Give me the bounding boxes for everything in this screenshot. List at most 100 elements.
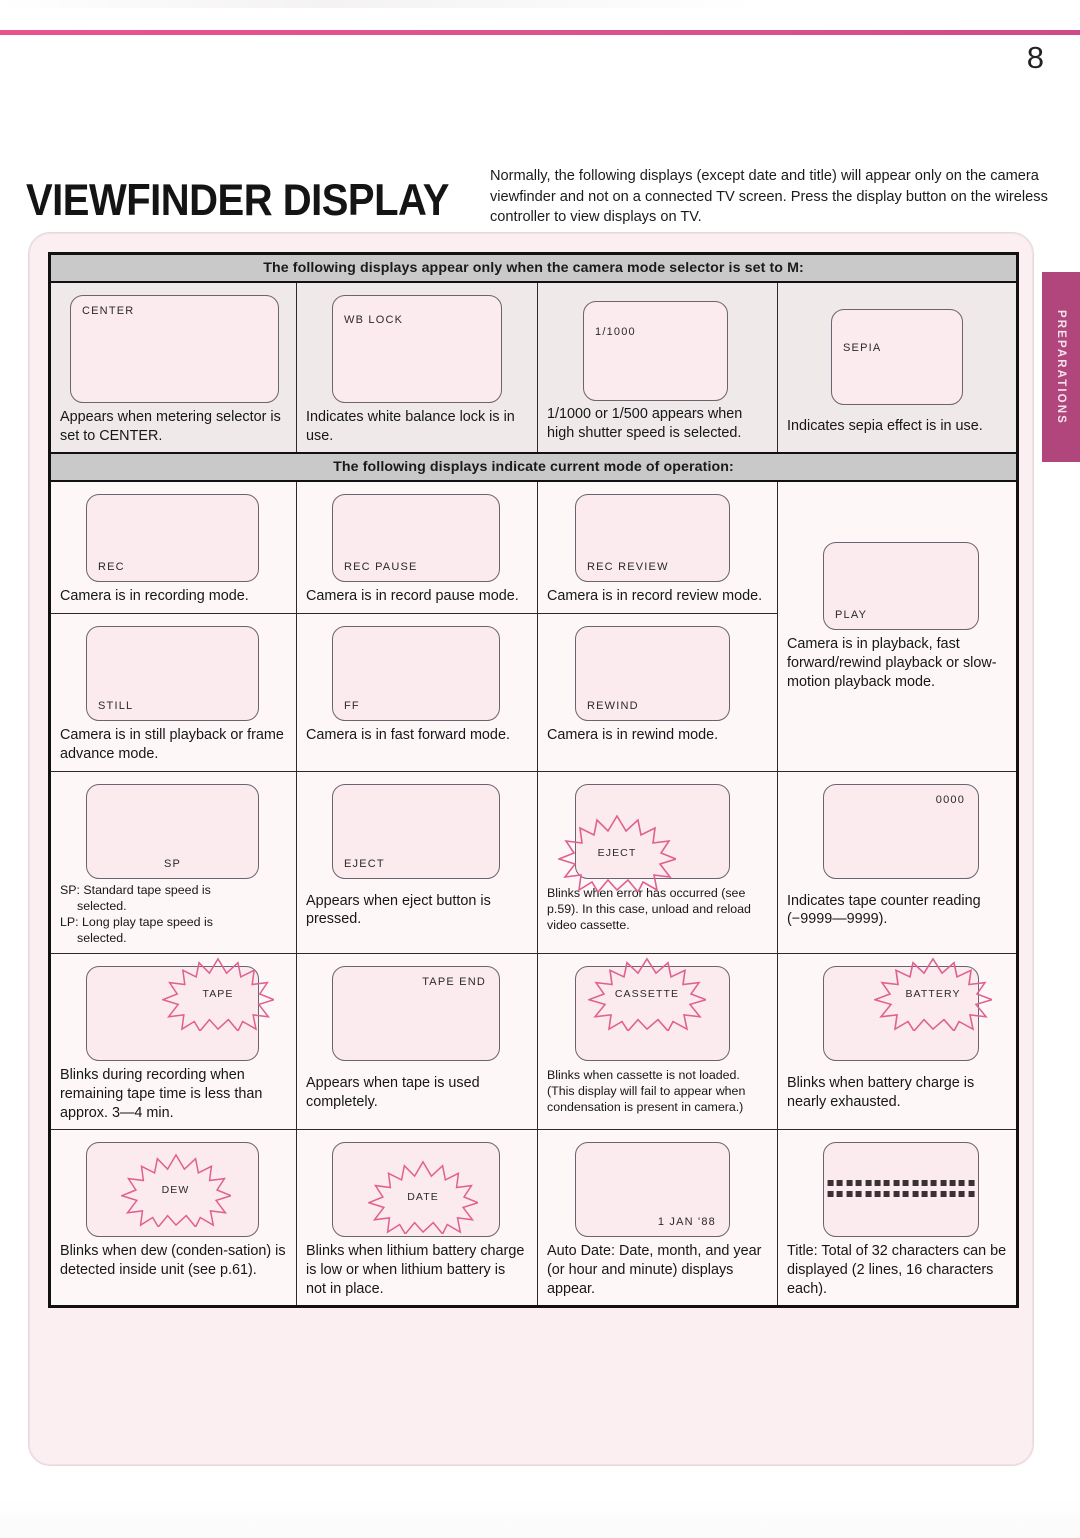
band-manual-mode-label: The following displays appear only when …	[47, 252, 1020, 283]
caption: Auto Date: Date, month, and year (or hou…	[547, 1243, 762, 1297]
cell-rec: REC Camera is in recording mode.	[49, 480, 297, 615]
viewfinder-display-table: The following displays appear only when …	[47, 252, 1020, 1309]
caption: Camera is in rewind mode.	[547, 727, 719, 744]
cell-battery: BATTERY Blinks when battery charge is ne…	[776, 953, 1019, 1131]
viewfinder-screen-auto-date: 1 JAN '88	[575, 1142, 730, 1238]
cell-sepia: SEPIA Indicates sepia effect is in use.	[776, 281, 1019, 454]
cell-play: PLAY Camera is in playback, fast forward…	[776, 480, 1019, 772]
screen-label: REC PAUSE	[344, 561, 418, 574]
caption: Blinks when dew (conden-sation) is detec…	[60, 1243, 286, 1278]
blink-starburst-icon: TAPE	[162, 957, 274, 1032]
screen-label: SEPIA	[843, 342, 882, 354]
cell-rec-review: REC REVIEW Camera is in record review mo…	[537, 480, 778, 615]
blink-starburst-icon: DATE	[368, 1160, 478, 1234]
viewfinder-screen-play: PLAY	[823, 542, 980, 631]
band-manual-mode: The following displays appear only when …	[47, 252, 1020, 283]
band-current-mode: The following displays indicate current …	[47, 452, 1020, 483]
cell-dew: DEW Blinks when dew (conden-sation) is d…	[49, 1129, 297, 1308]
viewfinder-screen-rec-pause: REC PAUSE	[332, 494, 500, 583]
blink-starburst-icon: CASSETTE	[588, 957, 706, 1032]
screen-label: BATTERY	[905, 988, 961, 1001]
page-title: VIEWFINDER DISPLAY	[26, 176, 449, 226]
title-dot-row	[827, 1190, 975, 1197]
screen-label: SP	[163, 857, 182, 870]
blink-starburst-icon: EJECT	[558, 814, 676, 892]
cell-cassette: CASSETTE Blinks when cassette is not loa…	[537, 953, 778, 1131]
screen-label: REC	[98, 561, 125, 574]
caption-line-2: selected.	[77, 898, 127, 913]
screen-label: REC REVIEW	[587, 561, 669, 574]
viewfinder-screen-wb-lock: WB LOCK	[332, 295, 502, 403]
viewfinder-screen-center: CENTER	[70, 295, 279, 403]
caption-line-4: selected.	[77, 930, 127, 945]
caption-line-3: LP: Long play tape speed is	[60, 914, 213, 929]
caption: Indicates white balance lock is in use.	[306, 409, 515, 444]
caption: 1/1000 or 1/500 appears when high shutte…	[547, 406, 743, 441]
caption: Appears when eject button is pressed.	[306, 892, 491, 928]
viewfinder-screen-battery: BATTERY	[823, 957, 993, 1062]
screen-label: CENTER	[82, 305, 135, 317]
blink-starburst-icon: DEW	[120, 1153, 231, 1227]
title-dot-row	[827, 1179, 975, 1186]
table-row: DEW Blinks when dew (conden-sation) is d…	[49, 1129, 1019, 1308]
screen-label: EJECT	[344, 857, 385, 870]
screen-label: REWIND	[587, 700, 639, 713]
caption: Indicates sepia effect is in use.	[787, 418, 983, 434]
caption: Blinks when cassette is not loaded. (Thi…	[547, 1068, 746, 1115]
viewfinder-screen-title	[823, 1142, 980, 1238]
cell-center: CENTER Appears when metering selector is…	[49, 281, 297, 454]
cell-eject-blink: EJECT Blinks when error has occurred (se…	[537, 770, 778, 955]
viewfinder-screen-rec-review: REC REVIEW	[575, 494, 730, 583]
caption: Appears when tape is used completely.	[306, 1075, 480, 1110]
cell-tape-counter: 0000 Indicates tape counter reading (−99…	[776, 770, 1019, 955]
screen-label: 1 JAN '88	[657, 1216, 716, 1229]
viewfinder-screen-cassette: CASSETTE	[575, 957, 730, 1062]
table-row: REC Camera is in recording mode. REC PAU…	[49, 480, 1019, 772]
caption: Camera is in still playback or frame adv…	[60, 727, 284, 762]
page-number: 8	[1026, 40, 1044, 75]
caption: Blinks when battery charge is nearly exh…	[787, 1075, 975, 1110]
cell-tape-end: TAPE END Appears when tape is used compl…	[296, 953, 538, 1131]
viewfinder-screen-rec: REC	[86, 494, 259, 583]
screen-label: EJECT	[597, 846, 637, 859]
cell-ff: FF Camera is in fast forward mode.	[296, 613, 538, 772]
screen-label: FF	[344, 700, 360, 713]
cell-rec-pause: REC PAUSE Camera is in record pause mode…	[296, 480, 538, 615]
caption: Blinks when error has occurred (see p.59…	[547, 885, 751, 932]
screen-label: PLAY	[835, 609, 868, 622]
caption: Blinks during recording when remaining t…	[60, 1067, 263, 1121]
cell-wb-lock: WB LOCK Indicates white balance lock is …	[296, 281, 538, 454]
viewfinder-screen-shutter: 1/1000	[583, 301, 728, 401]
viewfinder-screen-sepia: SEPIA	[831, 309, 964, 405]
screen-label: DATE	[407, 1190, 439, 1203]
caption: Appears when metering selector is set to…	[60, 409, 281, 444]
cell-rewind: REWIND Camera is in rewind mode.	[537, 613, 778, 772]
intro-paragraph: Normally, the following displays (except…	[490, 168, 1048, 226]
title-dot-matrix	[827, 1179, 975, 1202]
side-tab-preparations: PREPARATIONS	[1042, 272, 1080, 462]
caption: Camera is in record review mode.	[547, 588, 763, 605]
screen-label: DEW	[161, 1183, 190, 1196]
table-row: TAPE Blinks during recording when remain…	[49, 953, 1019, 1131]
cell-title-display: Title: Total of 32 characters can be dis…	[776, 1129, 1019, 1308]
screen-label: CASSETTE	[614, 988, 680, 1001]
side-tab-label: PREPARATIONS	[1055, 309, 1067, 425]
viewfinder-screen-counter: 0000	[823, 783, 980, 879]
viewfinder-screen-ff: FF	[332, 626, 500, 722]
viewfinder-screen-tape-end: TAPE END	[332, 966, 500, 1062]
cell-shutter-speed: 1/1000 1/1000 or 1/500 appears when high…	[537, 281, 778, 454]
caption: Blinks when lithium battery charge is lo…	[306, 1243, 525, 1297]
caption: Title: Total of 32 characters can be dis…	[787, 1243, 1007, 1297]
cell-sp: SP SP: Standard tape speed is selected. …	[49, 770, 297, 955]
screen-label: STILL	[98, 700, 134, 713]
cell-date-blink: DATE Blinks when lithium battery charge …	[296, 1129, 538, 1308]
viewfinder-screen-rewind: REWIND	[575, 626, 730, 722]
cell-tape: TAPE Blinks during recording when remain…	[49, 953, 297, 1131]
caption: Camera is in fast forward mode.	[306, 727, 510, 744]
caption: Camera is in recording mode.	[60, 588, 249, 605]
screen-label: 0000	[935, 793, 966, 806]
caption: Camera is in record pause mode.	[306, 588, 519, 605]
screen-label: 1/1000	[595, 326, 636, 338]
blink-starburst-icon: BATTERY	[874, 957, 993, 1032]
scan-edge-top	[0, 0, 1080, 8]
